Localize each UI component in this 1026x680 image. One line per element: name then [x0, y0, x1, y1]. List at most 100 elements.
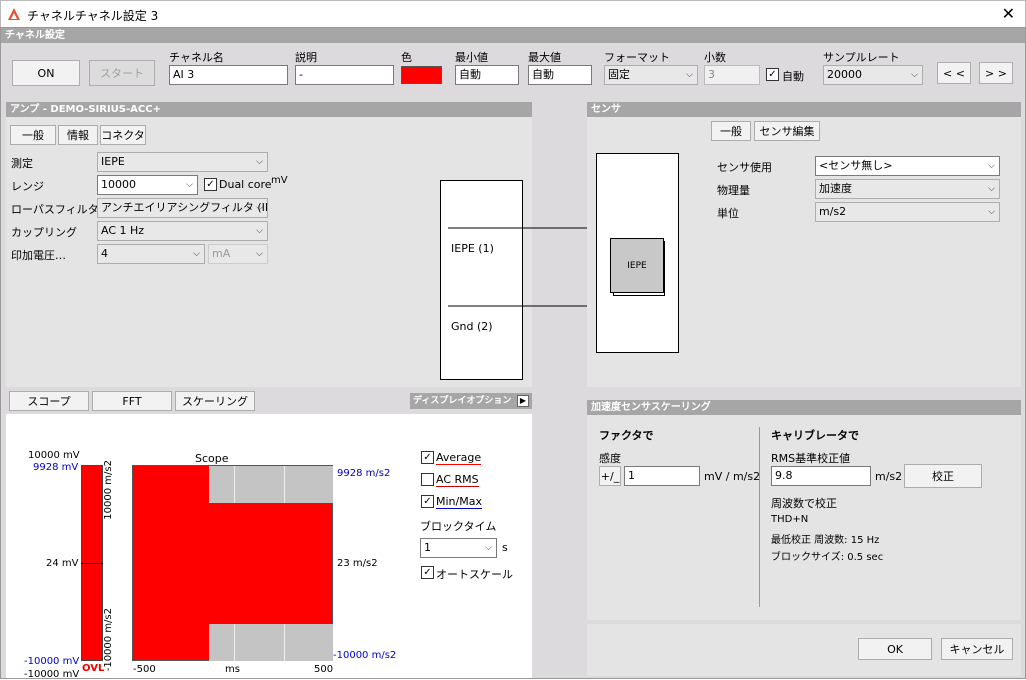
range-unit: mV: [271, 175, 288, 186]
sensor-block: IEPE: [610, 238, 664, 293]
channel-name-input[interactable]: AI 3: [169, 65, 288, 85]
factor-title: ファクタで: [599, 429, 654, 442]
close-icon[interactable]: ✕: [1002, 4, 1015, 23]
chevron-down-icon: ⌵: [256, 249, 263, 259]
max-input[interactable]: 自動: [528, 65, 592, 85]
excitation-unit-select[interactable]: mA ⌵: [208, 244, 268, 264]
min-max-checkbox[interactable]: ✓: [421, 495, 434, 508]
prev-channel-button[interactable]: < <: [937, 62, 971, 84]
plot-gap-top: [209, 466, 333, 503]
scope-plot[interactable]: [132, 465, 333, 661]
decimals-input[interactable]: 3: [704, 65, 760, 85]
block-time-label: ブロックタイム: [420, 520, 497, 533]
excitation-label: 印加電圧…: [11, 249, 66, 262]
right-mid-label: 23 m/s2: [337, 558, 378, 569]
unit-select[interactable]: m/s2 ⌵: [815, 202, 1000, 222]
rms-input[interactable]: 9.8: [771, 466, 871, 486]
freq-calibration-label: 周波数で校正: [771, 497, 837, 510]
decimals-label: 小数: [704, 51, 726, 64]
ok-button[interactable]: OK: [858, 638, 932, 660]
inner-axis-bottom: -10000 m/s2: [103, 608, 114, 672]
on-button[interactable]: ON: [12, 60, 80, 86]
tab-amp-general[interactable]: 一般: [10, 125, 56, 145]
chevron-down-icon: ⌵: [988, 184, 995, 194]
expand-arrow-icon[interactable]: ▶: [517, 395, 529, 407]
chevron-down-icon: ⌵: [256, 157, 263, 167]
inner-axis: 10000 m/s2 -10000 m/s2: [103, 458, 117, 671]
block-time-select[interactable]: 1 ⌵: [420, 538, 497, 558]
measurement-label: 測定: [11, 157, 33, 170]
x-axis-label: ms: [225, 664, 240, 675]
channel-name-label: チャネル名: [169, 51, 224, 64]
coupling-select[interactable]: AC 1 Hz ⌵: [97, 221, 268, 241]
tab-amp-info[interactable]: 情報: [58, 125, 98, 145]
calibrate-button[interactable]: 校正: [904, 464, 982, 488]
sign-toggle-button[interactable]: +/_: [599, 466, 621, 486]
window-title: チャネルチャネル設定 3: [27, 9, 159, 23]
sensitivity-input[interactable]: 1: [624, 466, 700, 486]
tab-fft[interactable]: FFT: [92, 391, 172, 411]
tab-scaling[interactable]: スケーリング: [175, 391, 255, 411]
x-axis-max: 500: [314, 664, 334, 675]
decimals-auto-label: 自動: [782, 70, 804, 83]
start-button[interactable]: スタート: [89, 60, 155, 86]
description-label: 説明: [295, 51, 317, 64]
ac-rms-checkbox[interactable]: [421, 473, 434, 486]
quantity-label: 物理量: [717, 184, 750, 197]
min-label: 最小値: [455, 51, 488, 64]
decimals-auto-checkbox[interactable]: ✓: [766, 68, 779, 81]
ovl-indicator: OVL: [82, 663, 105, 674]
average-checkbox[interactable]: ✓: [421, 451, 434, 464]
scaling-panel: 加速度センサスケーリング ファクタで 感度 +/_ 1 mV / m/s2 キャ…: [587, 400, 1021, 620]
format-select[interactable]: 固定 ⌵: [604, 65, 698, 85]
display-options-header[interactable]: ディスプレイオプション: [410, 393, 532, 409]
sensor-use-select[interactable]: <センサ無し> ⌵: [815, 156, 1000, 176]
thd-label: THD+N: [771, 514, 809, 525]
chevron-down-icon: ⌵: [256, 203, 263, 213]
sample-rate-select[interactable]: 20000 ⌵: [823, 65, 923, 85]
dialog-body: チャネル設定 ON スタート チャネル名 AI 3 説明 - 色 最小値 自動 …: [0, 27, 1026, 680]
left-bottom-blue-label: -10000 mV: [24, 656, 80, 667]
tab-sensor-general[interactable]: 一般: [711, 121, 751, 141]
next-channel-button[interactable]: > >: [979, 62, 1013, 84]
amp-header: アンプ - DEMO-SIRIUS-ACC+: [6, 102, 532, 117]
chevron-down-icon: ⌵: [256, 226, 263, 236]
tab-sensor-edit[interactable]: センサ編集: [754, 121, 820, 141]
tab-scope[interactable]: スコープ: [9, 391, 89, 411]
dual-core-checkbox[interactable]: ✓: [204, 178, 217, 191]
range-value: 10000: [101, 178, 136, 191]
excitation-select[interactable]: 4 ⌵: [97, 244, 205, 264]
left-top-blue-label: 9928 mV: [33, 462, 79, 473]
measurement-select[interactable]: IEPE ⌵: [97, 152, 268, 172]
scope-panel: スコープ FFT スケーリング ディスプレイオプション ▶ Scope 1000…: [6, 388, 532, 680]
chevron-down-icon: ⌵: [186, 180, 193, 190]
scope-title: Scope: [195, 452, 229, 465]
lowpass-select[interactable]: アンチエイリアシングフィルタ (IIR) ⌵: [97, 198, 268, 218]
sensor-use-label: センサ使用: [717, 161, 772, 174]
left-top-label: 10000 mV: [28, 450, 80, 461]
excitation-value: 4: [101, 247, 108, 260]
left-mid-label: 24 mV: [46, 558, 79, 569]
block-time-unit: s: [502, 541, 508, 554]
app-logo-icon: [8, 8, 20, 20]
cancel-button[interactable]: キャンセル: [941, 638, 1013, 660]
description-input[interactable]: -: [295, 65, 394, 85]
chevron-down-icon: ⌵: [485, 543, 492, 553]
min-input[interactable]: 自動: [455, 65, 519, 85]
rms-unit: m/s2: [875, 470, 903, 483]
tab-amp-connector[interactable]: コネクタ: [100, 125, 146, 145]
autoscale-checkbox[interactable]: ✓: [421, 566, 434, 579]
range-select[interactable]: 10000 ⌵: [97, 175, 198, 195]
sample-rate-value: 20000: [827, 68, 862, 81]
dual-core-label: Dual core: [219, 178, 272, 191]
min-freq-label: 最低校正 周波数: 15 Hz: [771, 535, 880, 546]
left-bottom-label: -10000 mV: [24, 669, 80, 680]
quantity-select[interactable]: 加速度 ⌵: [815, 179, 1000, 199]
grid-line: [234, 466, 235, 503]
chevron-down-icon: ⌵: [988, 207, 995, 217]
x-axis-min: -500: [133, 664, 156, 675]
divider: [759, 427, 760, 607]
lowpass-label: ローパスフィルタ: [11, 203, 99, 216]
color-swatch[interactable]: [401, 66, 442, 84]
range-label: レンジ: [11, 180, 44, 193]
